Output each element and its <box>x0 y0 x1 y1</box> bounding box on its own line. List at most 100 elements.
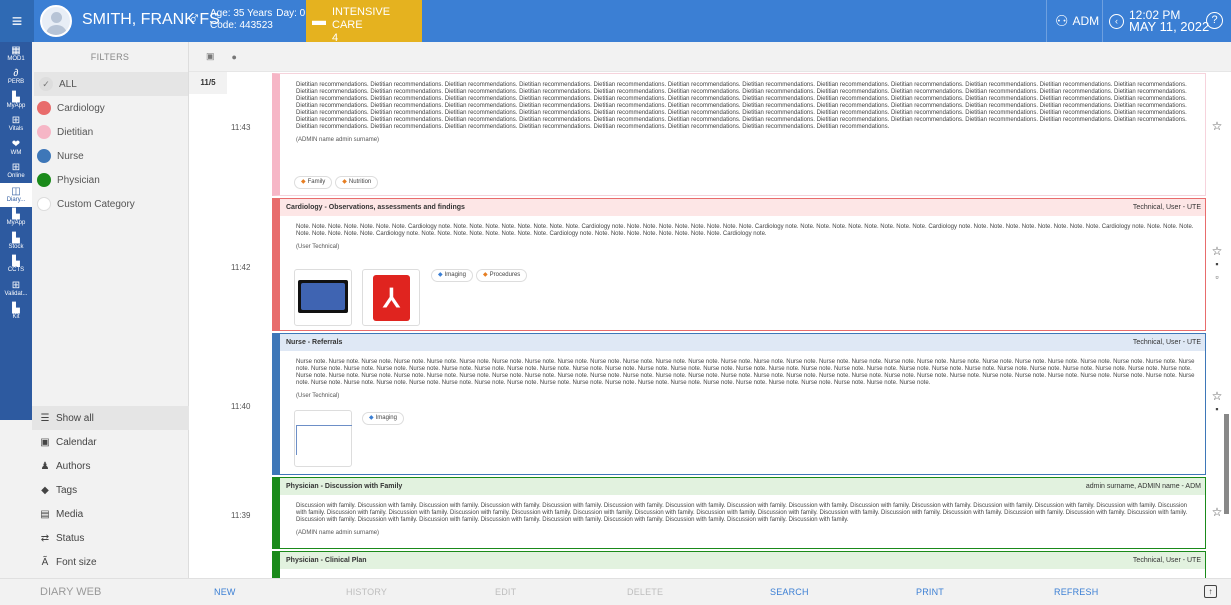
star-icon[interactable]: ☆ <box>1212 120 1223 133</box>
media-thumbnail[interactable] <box>294 269 352 326</box>
tool-status[interactable]: ⇄ Status <box>32 526 189 550</box>
tool-tags[interactable]: ◆ Tags <box>32 478 189 502</box>
note-tag[interactable]: ◆ Imaging <box>362 412 404 425</box>
note-header: Nurse - Referrals Technical, User - UTE <box>280 334 1205 351</box>
user-code: ADM <box>1072 14 1100 28</box>
rail-item-label: Stock <box>8 243 24 250</box>
delete-button[interactable]: DELETE <box>627 587 663 597</box>
date-label: 11/5 <box>189 72 227 94</box>
note-author-name: admin surname, ADMIN name - ADM <box>1085 483 1201 490</box>
rail-item-mod1[interactable]: ▦ MOD1 <box>0 42 32 66</box>
filter-custom-category[interactable]: Custom Category <box>32 192 188 216</box>
note-title: Physician - Clinical Plan <box>286 557 367 564</box>
star-icon[interactable]: ☆ <box>1212 506 1223 519</box>
filter-cardiology[interactable]: Cardiology <box>32 96 188 120</box>
tag-icon: ◆ <box>369 415 374 421</box>
tool-media[interactable]: ▤ Media <box>32 502 189 526</box>
note-tag[interactable]: ◆ Nutrition <box>335 176 379 189</box>
tag-label: Nutrition <box>348 179 372 185</box>
tool-label: Font size <box>56 556 97 568</box>
category-color-dot <box>37 149 51 163</box>
filter-tools: ☰ Show all ▣ Calendar ♟ Authors ◆ Tags ▤ Media ⇄ St… <box>32 406 189 574</box>
pdf-file-icon[interactable]: ▫ <box>1215 271 1218 284</box>
note-tag[interactable]: ◆ Family <box>294 176 333 189</box>
diary-note-cardiology[interactable]: Cardiology - Observations, assessments a… <box>272 198 1206 331</box>
rail-item-myapp[interactable]: ▙ MyApp <box>0 207 32 231</box>
clock-view-icon[interactable]: ● <box>232 52 237 62</box>
filters-title: FILTERS <box>90 52 130 62</box>
person-icon: ♟ <box>40 460 50 472</box>
rail-item-validat[interactable]: ⊞ Validat... <box>0 277 32 301</box>
tool-label: Authors <box>56 460 91 472</box>
back-arrow-icon[interactable]: ‹ <box>1109 13 1124 29</box>
search-button[interactable]: SEARCH <box>770 587 809 597</box>
rail-item-label: MOD1 <box>7 55 25 62</box>
rail-item-diary[interactable]: ◫ Diary... <box>0 183 32 207</box>
diary-note-physician[interactable]: Physician - Discussion with Family admin… <box>272 477 1206 549</box>
rail-item-online[interactable]: ⊞ Online <box>0 160 32 184</box>
refresh-button[interactable]: REFRESH <box>1054 587 1098 597</box>
tool-show-all[interactable]: ☰ Show all <box>32 406 189 430</box>
patient-avatar[interactable] <box>40 5 72 37</box>
category-label: Dietitian <box>57 126 94 138</box>
scrollbar[interactable] <box>1224 414 1229 514</box>
user-menu[interactable]: ⚇ ADM <box>1046 0 1099 42</box>
help-icon[interactable]: ? <box>1206 12 1223 29</box>
note-tag[interactable]: ◆ Procedures <box>475 269 528 282</box>
rail-item-kit[interactable]: ▙ Kit <box>0 301 32 325</box>
note-tag[interactable]: ◆ Imaging <box>431 269 473 282</box>
font-size-icon: Ã <box>41 556 49 568</box>
category-color-dot <box>37 101 51 115</box>
rail-item-label: WM <box>10 149 22 156</box>
rail-item-vitals[interactable]: ⊞ Vitals <box>0 113 32 137</box>
category-label: Nurse <box>57 150 84 162</box>
edit-button[interactable]: EDIT <box>495 587 516 597</box>
tool-authors[interactable]: ♟ Authors <box>32 454 189 478</box>
rail-item-label: Vitals <box>8 126 24 133</box>
filter-physician[interactable]: Physician <box>32 168 188 192</box>
media-icon: ▤ <box>40 508 50 520</box>
filter-dietitian[interactable]: Dietitian <box>32 120 188 144</box>
calendar-view-icon[interactable]: ▣ <box>206 51 215 62</box>
image-icon[interactable]: ▪ <box>1215 403 1218 416</box>
new-button[interactable]: NEW <box>214 587 236 597</box>
ward-name: INTENSIVE CARE <box>332 6 391 31</box>
note-title: Nurse - Referrals <box>286 339 343 346</box>
image-icon[interactable]: ▪ <box>1215 258 1218 271</box>
ward-badge[interactable]: ▬ INTENSIVE CARE 4 <box>306 0 422 44</box>
tool-label: Show all <box>56 412 94 424</box>
filter-icon: ☰ <box>40 412 50 424</box>
tag-label: Family <box>307 179 326 185</box>
star-icon[interactable]: ☆ <box>1212 245 1223 258</box>
filter-all[interactable]: ✓ ALL <box>34 72 188 96</box>
rail-item-wm[interactable]: ❤ WM <box>0 136 32 160</box>
tool-calendar[interactable]: ▣ Calendar <box>32 430 189 454</box>
rail-item-perb[interactable]: ∂ PERB <box>0 66 32 90</box>
collapse-up-icon[interactable]: ↑ <box>1204 585 1217 598</box>
diary-note-dietitian[interactable]: Dietitian recommendations. Dietitian rec… <box>272 73 1206 196</box>
print-button[interactable]: PRINT <box>916 587 944 597</box>
diary-note-physician[interactable]: Physician - Clinical Plan Technical, Use… <box>272 551 1206 578</box>
tool-font-size[interactable]: Ã Font size <box>32 550 189 574</box>
ccts-icon: ▙ <box>12 256 20 268</box>
status-icon: ⇄ <box>40 532 50 544</box>
diary-note-nurse[interactable]: Nurse - Referrals Technical, User - UTE … <box>272 333 1206 475</box>
clock[interactable]: ‹ 12:02 PM MAY 11, 2022 <box>1102 0 1209 42</box>
rail-item-label: Validat... <box>4 290 28 297</box>
tool-label: Status <box>56 532 85 544</box>
rail-item-label: Diary... <box>6 196 26 203</box>
rail-item-stock[interactable]: ▙ Stock <box>0 230 32 254</box>
history-button[interactable]: HISTORY <box>346 587 387 597</box>
media-thumbnail[interactable]: ⅄ <box>362 269 420 326</box>
diary-notes-list[interactable]: Dietitian recommendations. Dietitian rec… <box>272 42 1231 578</box>
media-thumbnail[interactable] <box>294 410 352 467</box>
hamburger-menu-button[interactable]: ≡ <box>0 0 34 42</box>
star-icon[interactable]: ☆ <box>1212 390 1223 403</box>
rail-item-ccts[interactable]: ▙ CCTS <box>0 254 32 278</box>
filter-nurse[interactable]: Nurse <box>32 144 188 168</box>
note-author: (User Technical) <box>296 393 340 399</box>
footer-toolbar: DIARY WEB NEW HISTORY EDIT DELETE SEARCH… <box>0 578 1231 605</box>
diary-icon: ◫ <box>11 185 21 197</box>
rail-item-myapp[interactable]: ▙ MyApp <box>0 89 32 113</box>
timeline-column: ▣ ● 11/5 11:43 11:42 11:40 11:39 <box>189 42 272 578</box>
